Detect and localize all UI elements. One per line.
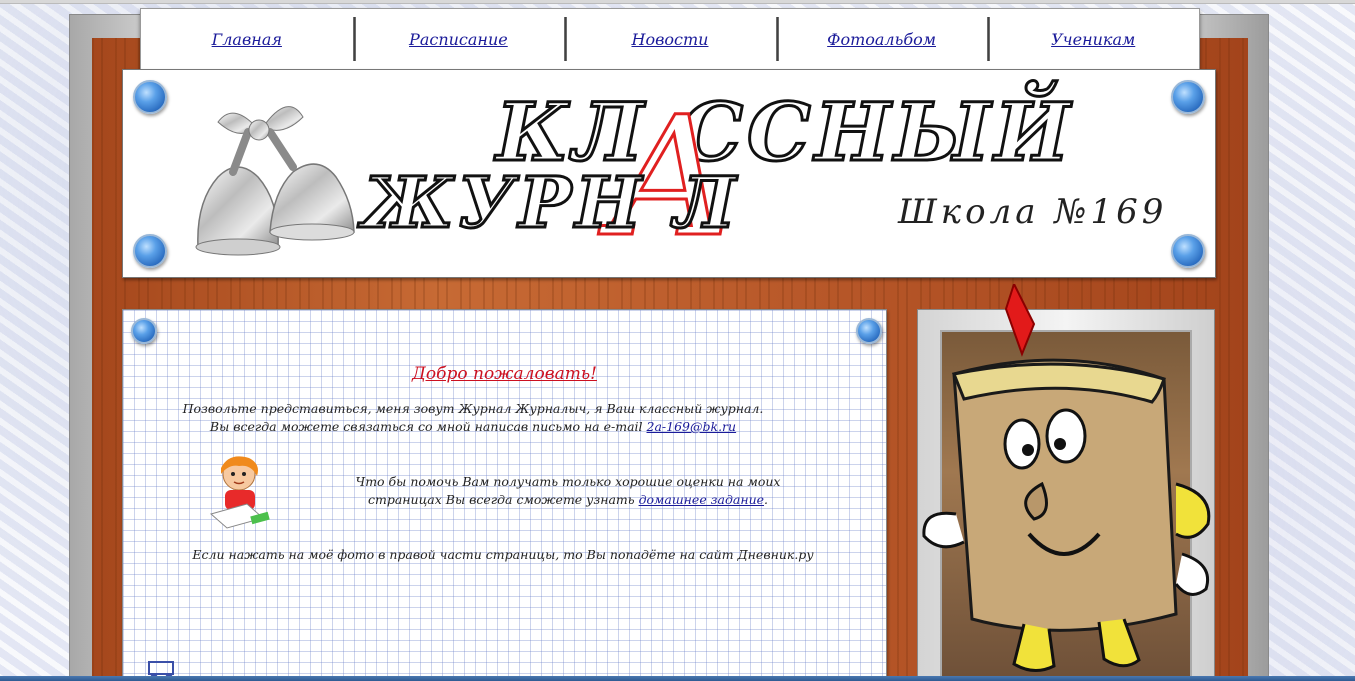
homework-text: Что бы помочь Вам получать только хороши… bbox=[323, 473, 813, 509]
nav-link-schedule[interactable]: Расписание bbox=[409, 30, 508, 49]
photo-note: Если нажать на моё фото в правой части с… bbox=[192, 547, 814, 562]
intro-line1: Позвольте представиться, меня зовут Журн… bbox=[182, 401, 764, 416]
journal-mascot-icon[interactable] bbox=[914, 284, 1220, 681]
school-name: Школа №169 bbox=[898, 192, 1168, 232]
pin-icon bbox=[133, 80, 167, 114]
pin-icon bbox=[856, 318, 882, 344]
nav-item-news: Новости bbox=[564, 17, 776, 61]
email-link[interactable]: 2a-169@bk.ru bbox=[647, 419, 737, 434]
nav-item-students: Ученикам bbox=[987, 17, 1199, 61]
pin-icon bbox=[133, 234, 167, 268]
header-title-line1: КЛ ССНЫЙ bbox=[494, 85, 1075, 179]
content-panel: Добро пожаловать! Позвольте представитьс… bbox=[122, 309, 887, 681]
nav-item-photo-album: Фотоальбом bbox=[775, 17, 988, 61]
header-title-line2: ЖУРН Л bbox=[361, 161, 740, 244]
welcome-heading: Добро пожаловать! bbox=[412, 364, 597, 384]
bells-logo-icon bbox=[195, 106, 355, 256]
pin-icon bbox=[131, 318, 157, 344]
nav-link-photo-album[interactable]: Фотоальбом bbox=[827, 30, 936, 49]
intro-line2: Вы всегда можете связаться со мной напис… bbox=[209, 419, 643, 434]
browser-top-strip bbox=[0, 0, 1355, 4]
intro-text: Позвольте представиться, меня зовут Журн… bbox=[163, 400, 783, 436]
student-writing-icon bbox=[209, 456, 270, 529]
nav-item-home: Главная bbox=[141, 19, 353, 59]
os-taskbar bbox=[0, 676, 1355, 681]
nav-link-students[interactable]: Ученикам bbox=[1051, 30, 1135, 49]
homework-link[interactable]: домашнее задание bbox=[639, 492, 764, 507]
nav-link-home[interactable]: Главная bbox=[212, 30, 282, 49]
top-navigation: Главная Расписание Новости Фотоальбом Уч… bbox=[140, 8, 1200, 70]
nav-item-schedule: Расписание bbox=[352, 17, 565, 61]
pin-icon bbox=[1171, 80, 1205, 114]
pin-icon bbox=[1171, 234, 1205, 268]
homework-suffix: . bbox=[764, 492, 768, 507]
nav-link-news[interactable]: Новости bbox=[632, 30, 709, 49]
